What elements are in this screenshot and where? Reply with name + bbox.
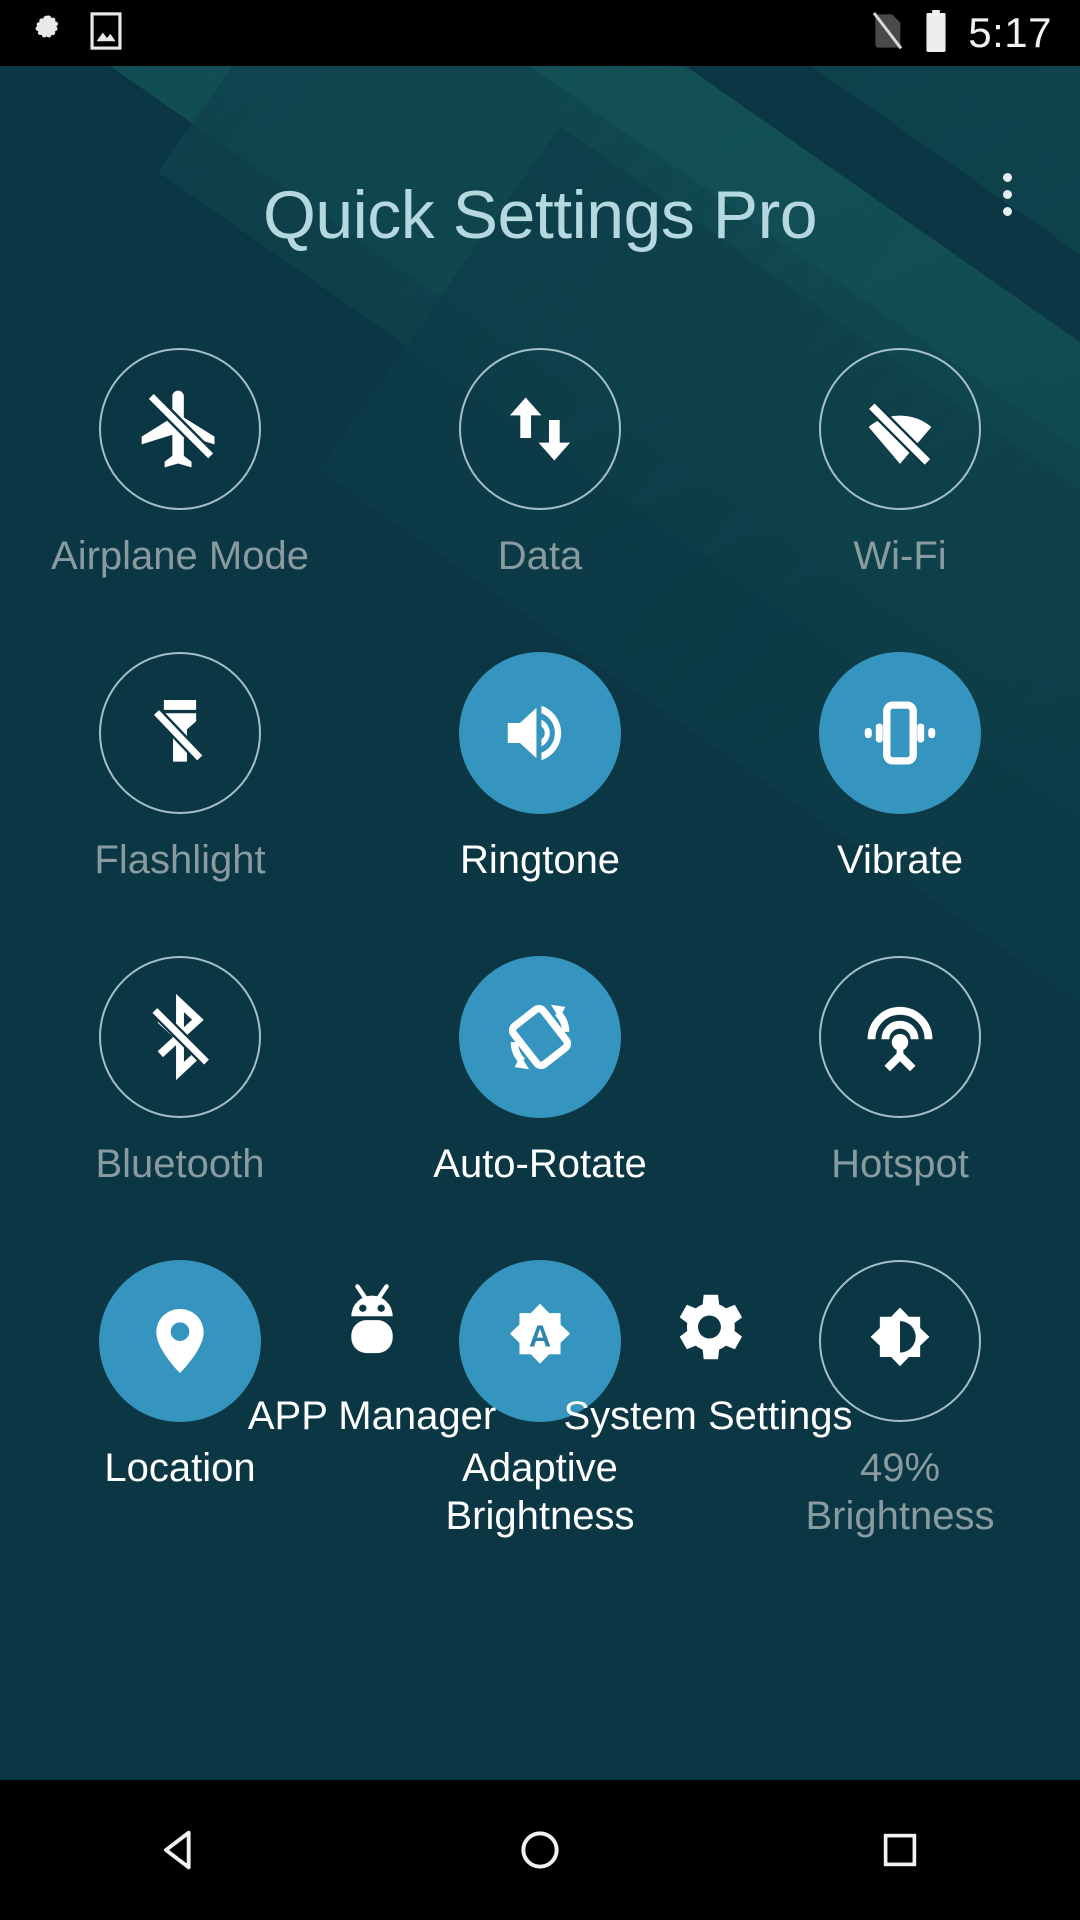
status-bar-clock: 5:17 — [968, 9, 1052, 56]
back-triangle-icon[interactable] — [80, 1780, 280, 1920]
tile-label: Flashlight — [94, 838, 266, 882]
status-bar: 5:17 — [0, 0, 1080, 66]
action-label: APP Manager — [247, 1394, 497, 1438]
tile-data[interactable]: Data — [360, 334, 720, 638]
tile-hotspot[interactable]: Hotspot — [720, 942, 1080, 1246]
airplane-off-icon — [99, 348, 261, 510]
action-label: System Settings — [563, 1394, 853, 1438]
flashlight-off-icon — [99, 652, 261, 814]
home-circle-icon[interactable] — [440, 1780, 640, 1920]
image-icon — [90, 11, 122, 55]
tile-label: 49% Brightness — [805, 1446, 995, 1538]
tile-label: Adaptive Brightness — [445, 1446, 635, 1538]
navigation-bar — [0, 1780, 1080, 1920]
tile-vibrate[interactable]: Vibrate — [720, 638, 1080, 942]
screen-rotation-icon — [459, 956, 621, 1118]
system-settings-button[interactable]: System Settings — [558, 1278, 858, 1439]
tile-wifi[interactable]: Wi-Fi — [720, 334, 1080, 638]
hotspot-icon — [819, 956, 981, 1118]
vibration-icon — [819, 652, 981, 814]
tile-airplane-mode[interactable]: Airplane Mode — [0, 334, 360, 638]
tile-label: Data — [497, 534, 583, 578]
tile-label: Airplane Mode — [51, 534, 309, 578]
bottom-actions: APP Manager System Settings — [0, 1278, 1080, 1439]
gear-icon — [665, 1278, 751, 1376]
tile-ringtone[interactable]: Ringtone — [360, 638, 720, 942]
tile-label: Ringtone — [459, 838, 621, 882]
volume-up-icon — [459, 652, 621, 814]
settings-gear-icon — [30, 12, 68, 55]
bluetooth-off-icon — [99, 956, 261, 1118]
wifi-off-icon — [819, 348, 981, 510]
recents-square-icon[interactable] — [800, 1780, 1000, 1920]
tile-label: Hotspot — [831, 1142, 969, 1186]
tile-flashlight[interactable]: Flashlight — [0, 638, 360, 942]
tile-bluetooth[interactable]: Bluetooth — [0, 942, 360, 1246]
android-robot-icon — [333, 1278, 411, 1376]
battery-full-icon — [922, 9, 950, 57]
app-content: Quick Settings Pro Airplane Mode Data Wi… — [0, 66, 1080, 1780]
tile-label: Location — [104, 1446, 256, 1490]
tile-label: Vibrate — [836, 838, 963, 882]
page-title: Quick Settings Pro — [262, 177, 818, 253]
no-sim-icon — [870, 11, 904, 56]
tile-label: Bluetooth — [95, 1142, 265, 1186]
tile-label: Auto-Rotate — [433, 1142, 647, 1186]
phone-screen: 5:17 Quick Settings Pro Airplane Mode Da… — [0, 0, 1080, 1920]
tile-label: Wi-Fi — [853, 534, 947, 578]
tile-auto-rotate[interactable]: Auto-Rotate — [360, 942, 720, 1246]
data-sync-icon — [459, 348, 621, 510]
app-manager-button[interactable]: APP Manager — [222, 1278, 522, 1439]
